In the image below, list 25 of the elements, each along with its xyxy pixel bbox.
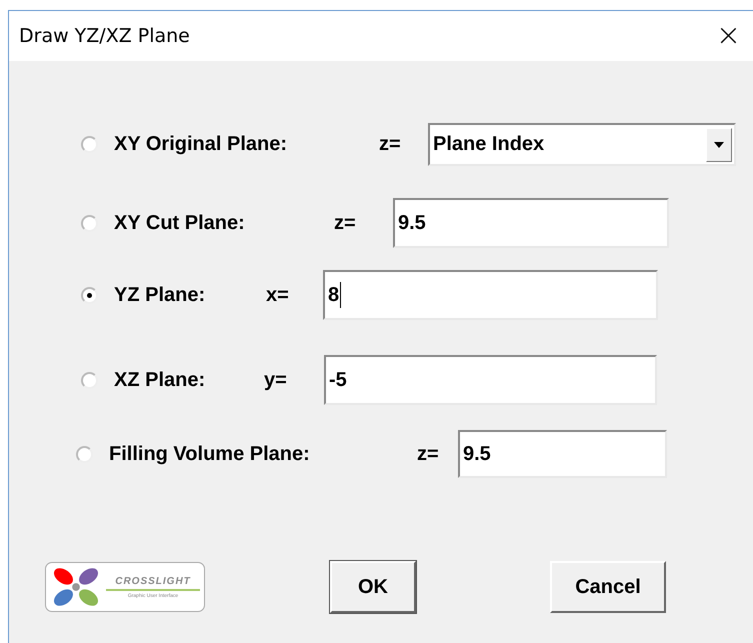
input-field[interactable]: -5 <box>324 355 657 405</box>
window-title: Draw YZ/XZ Plane <box>19 25 190 47</box>
close-button[interactable]: × <box>716 21 741 51</box>
radio-button[interactable] <box>81 214 98 232</box>
logo-name: CROSSLIGHT <box>115 576 191 586</box>
input-field[interactable]: 9.5 <box>393 198 669 248</box>
variable-label: z= <box>379 133 402 156</box>
radio-button[interactable] <box>81 286 98 304</box>
variable-label: x= <box>266 284 290 306</box>
input-field[interactable]: 8 <box>323 270 658 320</box>
cancel-button[interactable]: Cancel <box>550 561 666 613</box>
dropdown[interactable]: Plane Index <box>428 123 736 166</box>
variable-label: y= <box>264 368 288 392</box>
input-field[interactable]: 9.5 <box>458 430 667 478</box>
radio-button[interactable] <box>81 372 98 388</box>
radio-button[interactable] <box>81 136 98 153</box>
option-label: XY Original Plane: <box>114 133 288 156</box>
option-label: XY Cut Plane: <box>114 212 246 234</box>
option-label: Filling Volume Plane: <box>109 442 311 466</box>
radio-button[interactable] <box>76 446 93 462</box>
ok-button[interactable]: OK <box>330 561 416 613</box>
option-label: YZ Plane: <box>114 284 206 306</box>
option-label: XZ Plane: <box>114 368 206 392</box>
variable-label: z= <box>417 442 440 466</box>
variable-label: z= <box>334 212 357 234</box>
